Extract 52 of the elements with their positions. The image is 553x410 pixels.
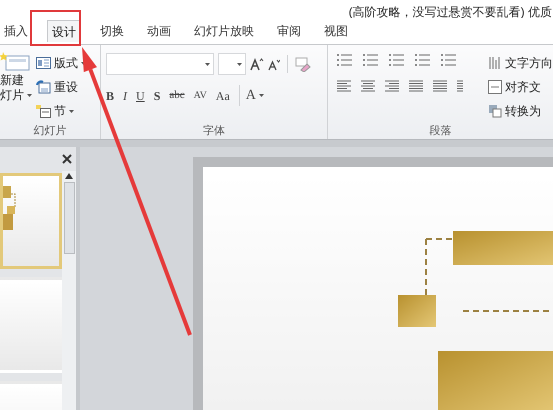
ribbon-tab[interactable]: 动画 — [143, 20, 175, 42]
ribbon-tab[interactable]: 设计 — [47, 20, 81, 42]
ribbon-tab[interactable]: 插入 — [0, 20, 32, 42]
reset-button[interactable]: 重设 — [36, 77, 86, 97]
font-color-button[interactable]: A — [238, 85, 264, 106]
format-button[interactable]: abc — [169, 87, 185, 104]
paragraph-side-button[interactable]: 文字方向 — [488, 53, 553, 73]
group-label: 段落 — [430, 126, 452, 136]
group-label: 幻灯片 — [34, 126, 66, 136]
font-size-field[interactable] — [218, 53, 246, 75]
caret-icon — [205, 62, 210, 66]
justify-icon[interactable] — [408, 79, 424, 93]
slide-thumbnail[interactable] — [0, 277, 62, 373]
ribbon-tab[interactable]: 视图 — [320, 20, 352, 42]
ribbon-tab[interactable]: 切换 — [96, 20, 128, 42]
reset-icon — [36, 80, 51, 94]
paragraph-side-button[interactable]: 对齐文 — [488, 77, 553, 97]
ribbon-tab[interactable]: 审阅 — [273, 20, 305, 42]
highlight-box — [30, 10, 81, 46]
format-button[interactable]: Aa — [216, 86, 230, 104]
align-right-icon[interactable] — [384, 79, 400, 93]
group-label: 字体 — [203, 126, 225, 136]
caret-icon — [258, 94, 264, 97]
font-name-field[interactable] — [106, 53, 214, 75]
layout-icon — [36, 57, 51, 69]
new-slide-button[interactable]: 新建 灯片 — [0, 51, 32, 123]
caret-icon — [69, 110, 74, 112]
scroll-up-icon[interactable] — [65, 173, 73, 179]
scroll-thumb[interactable] — [64, 182, 74, 254]
format-button[interactable]: B — [106, 86, 114, 104]
format-button[interactable]: S — [154, 86, 160, 104]
slide-thumbnail[interactable] — [0, 173, 62, 269]
close-icon[interactable] — [62, 154, 72, 164]
paragraph-side-button[interactable]: 转换为 — [488, 101, 553, 121]
bullets-icon[interactable] — [336, 53, 354, 67]
align-left-icon[interactable] — [336, 79, 352, 93]
center-icon[interactable] — [360, 79, 376, 93]
section-icon — [36, 104, 51, 118]
caret-icon — [27, 94, 32, 97]
align-text-icon — [488, 80, 502, 94]
format-button[interactable]: I — [123, 86, 128, 104]
slide-star-icon — [0, 51, 30, 71]
caret-icon — [237, 62, 242, 66]
text-direction-icon — [488, 56, 502, 70]
shrink-font-icon[interactable] — [268, 57, 280, 71]
grow-font-icon[interactable] — [250, 57, 264, 71]
scrollbar[interactable] — [62, 171, 76, 410]
format-button[interactable]: AV — [194, 88, 207, 103]
clear-format-icon[interactable] — [295, 56, 311, 72]
format-button[interactable]: U — [136, 86, 145, 104]
ribbon-tab[interactable]: 幻灯片放映 — [190, 20, 258, 42]
section-button[interactable]: 节 — [36, 101, 86, 121]
